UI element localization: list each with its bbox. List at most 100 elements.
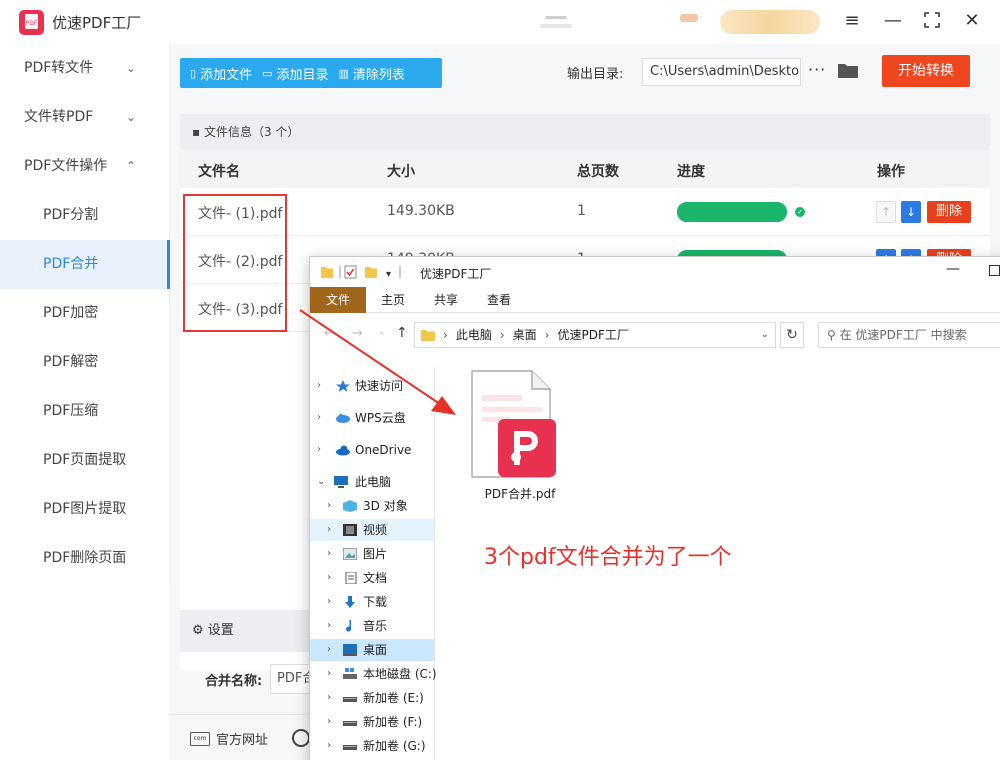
forward-icon[interactable]: → xyxy=(352,326,363,341)
breadcrumb-item[interactable]: 此电脑 xyxy=(456,323,492,347)
back-icon[interactable]: ← xyxy=(324,326,335,341)
sidebar-item-page-extract[interactable]: PDF页面提取 xyxy=(0,436,170,485)
sidebar-item-label: PDF文件操作 xyxy=(24,158,108,174)
app-window: PDF 优速PDF工厂 ≡ — ✕ PDF转文件 ⌄ 文件转PDF ⌄ PDF文件操… xyxy=(0,0,1000,760)
file-name: 文件- (1).pdf xyxy=(198,206,283,222)
notification-badge[interactable] xyxy=(680,14,698,22)
chevron-right-icon: › xyxy=(327,644,331,655)
breadcrumb-item[interactable]: 桌面 xyxy=(513,323,537,347)
nav-label: 新加卷 (F:) xyxy=(363,715,423,729)
music-icon xyxy=(346,620,351,632)
search-input[interactable]: ⚲ 在 优速PDF工厂 中搜索 xyxy=(818,322,1000,348)
svg-text:PDF: PDF xyxy=(26,20,38,27)
nav-label: 新加卷 (E:) xyxy=(363,691,424,705)
sidebar-item-pdf-to-file[interactable]: PDF转文件 ⌄ xyxy=(0,44,170,93)
folder-icon[interactable] xyxy=(838,62,858,78)
vip-badge[interactable] xyxy=(720,10,820,34)
sidebar-item-file-to-pdf[interactable]: 文件转PDF ⌄ xyxy=(0,93,170,142)
quick-access-toolbar-icon[interactable]: ▾ xyxy=(320,264,420,280)
col-ops: 操作 xyxy=(877,164,905,180)
star-icon xyxy=(336,380,350,392)
up-icon[interactable]: ↑ xyxy=(396,325,408,341)
nav-item[interactable]: ⌄ 此电脑 xyxy=(310,471,434,493)
nav-item[interactable]: › 视频 xyxy=(310,519,434,541)
drive-icon xyxy=(343,721,357,726)
chevron-right-icon: › xyxy=(544,328,550,342)
nav-item[interactable]: › 下载 xyxy=(310,591,434,613)
check-icon: ✓ xyxy=(795,207,805,217)
sidebar-item-pdf-ops[interactable]: PDF文件操作 ⌃ xyxy=(0,142,170,191)
add-file-button[interactable]: ▯ 添加文件 xyxy=(180,58,252,88)
nav-item[interactable]: › 本地磁盘 (C:) xyxy=(310,663,437,685)
nav-item[interactable]: › WPS云盘 xyxy=(310,407,434,429)
table-row[interactable]: 文件- (1).pdf 149.30KB 1 ✓ ↑ ↓ 删除 xyxy=(180,188,990,236)
file-icon: ▯ xyxy=(190,66,197,80)
nav-label: WPS云盘 xyxy=(355,411,406,425)
start-convert-button[interactable]: 开始转换 xyxy=(882,55,970,87)
nav-item[interactable]: › 文档 xyxy=(310,567,434,589)
nav-item[interactable]: › 新加卷 (G:) xyxy=(310,735,434,757)
minimize-icon[interactable]: — xyxy=(883,11,903,31)
breadcrumb-item[interactable]: 优速PDF工厂 xyxy=(557,323,628,347)
button-label: 添加文件 xyxy=(200,67,253,83)
sidebar-item-decrypt[interactable]: PDF解密 xyxy=(0,338,170,387)
sidebar-item-encrypt[interactable]: PDF加密 xyxy=(0,289,170,338)
nav-item[interactable]: › 桌面 xyxy=(310,639,434,661)
cube-icon xyxy=(343,500,357,512)
add-dir-button[interactable]: ▭ 添加目录 xyxy=(252,58,328,88)
nav-item[interactable]: › 新加卷 (F:) xyxy=(310,711,434,733)
chevron-right-icon: › xyxy=(317,412,321,423)
official-site-link[interactable]: com 官方网址 xyxy=(190,729,268,748)
ribbon-tabs: 文件 主页 共享 查看 xyxy=(310,287,1000,313)
sidebar-item-label: 文件转PDF xyxy=(24,109,94,125)
onedrive-icon xyxy=(336,445,350,456)
sidebar-item-image-extract[interactable]: PDF图片提取 xyxy=(0,485,170,534)
chat-icon[interactable] xyxy=(292,729,310,747)
cloud-icon xyxy=(336,414,350,423)
menu-icon[interactable]: ≡ xyxy=(842,11,862,31)
pdf-file-item[interactable]: PDF合并.pdf xyxy=(470,369,570,504)
nav-item[interactable]: › 3D 对象 xyxy=(310,495,434,517)
file-name: 文件- (3).pdf xyxy=(198,302,283,318)
video-icon xyxy=(343,524,357,536)
maximize-icon[interactable] xyxy=(989,265,1000,276)
address-bar[interactable]: › 此电脑 › 桌面 › 优速PDF工厂 ⌄ xyxy=(414,322,776,348)
tab-home[interactable]: 主页 xyxy=(368,287,418,313)
chevron-down-icon[interactable]: ⌄ xyxy=(761,323,769,347)
tab-view[interactable]: 查看 xyxy=(474,287,524,313)
refresh-icon[interactable]: ↻ xyxy=(780,322,804,348)
button-label: 清除列表 xyxy=(352,67,405,83)
maximize-icon[interactable] xyxy=(922,11,942,31)
sidebar-item-delete-pages[interactable]: PDF删除页面 xyxy=(0,534,170,583)
sidebar-item-merge[interactable]: PDF合并 xyxy=(0,240,170,289)
clear-list-button[interactable]: ▥ 清除列表 xyxy=(329,58,405,88)
desktop-icon xyxy=(343,644,357,656)
nav-item[interactable]: › 音乐 xyxy=(310,615,434,637)
tab-share[interactable]: 共享 xyxy=(420,287,472,313)
chevron-right-icon: › xyxy=(317,444,321,455)
minimize-icon[interactable]: — xyxy=(946,261,960,277)
blurred-element xyxy=(540,24,572,28)
nav-item[interactable]: › 快速访问 xyxy=(310,375,434,397)
chevron-down-icon: ⌄ xyxy=(125,110,136,124)
nav-item[interactable]: › 图片 xyxy=(310,543,434,565)
col-name: 文件名 xyxy=(198,164,240,180)
more-icon[interactable]: ··· xyxy=(808,60,826,79)
nav-item[interactable]: › OneDrive xyxy=(310,439,434,461)
nav-item[interactable]: › 新加卷 (E:) xyxy=(310,687,434,709)
folder-icon xyxy=(421,330,435,341)
drive-icon xyxy=(343,745,357,750)
output-dir-input[interactable]: C:\Users\admin\Desktop xyxy=(642,58,801,86)
delete-button[interactable]: 删除 xyxy=(927,201,971,223)
move-down-button[interactable]: ↓ xyxy=(901,201,921,223)
close-icon[interactable]: ✕ xyxy=(962,11,982,31)
sidebar-item-label: PDF转文件 xyxy=(24,60,94,76)
sidebar: PDF转文件 ⌄ 文件转PDF ⌄ PDF文件操作 ⌃ PDF分割 PDF合并 PDF… xyxy=(0,44,170,584)
move-up-button[interactable]: ↑ xyxy=(876,201,896,223)
blurred-element xyxy=(545,16,567,19)
tab-file[interactable]: 文件 xyxy=(310,287,366,313)
nav-label: 3D 对象 xyxy=(363,499,408,513)
sidebar-item-split[interactable]: PDF分割 xyxy=(0,191,170,240)
recent-chevron-icon[interactable]: ⌄ xyxy=(378,327,386,337)
sidebar-item-compress[interactable]: PDF压缩 xyxy=(0,387,170,436)
